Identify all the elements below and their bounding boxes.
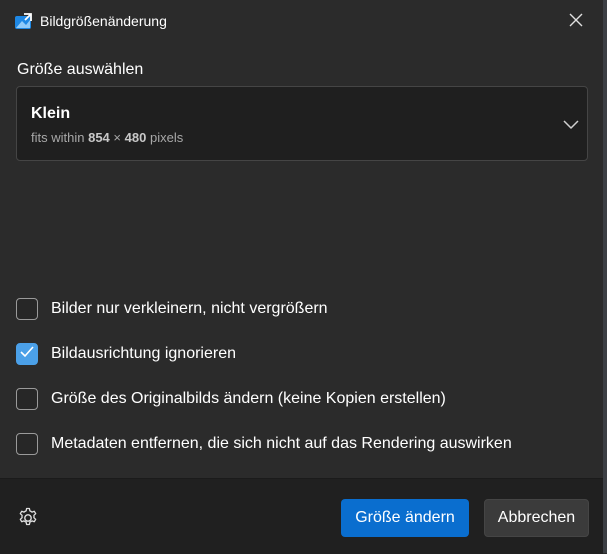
gear-icon[interactable] xyxy=(17,507,39,534)
chevron-down-icon xyxy=(563,117,579,135)
size-section-label: Größe auswählen xyxy=(17,61,144,78)
option-label: Bilder nur verkleinern, nicht vergrößern xyxy=(51,300,328,317)
size-desc-prefix: fits within xyxy=(31,130,85,145)
selected-size-name: Klein xyxy=(31,105,71,122)
option-remove-metadata[interactable]: Metadaten entfernen, die sich nicht auf … xyxy=(16,431,512,457)
checkbox-shrink-only[interactable] xyxy=(16,298,38,320)
close-icon xyxy=(569,13,583,32)
close-button[interactable] xyxy=(556,6,596,38)
option-label: Größe des Originalbilds ändern (keine Ko… xyxy=(51,390,446,407)
dialog-footer: Größe ändern Abbrechen xyxy=(0,478,603,554)
checkbox-ignore-orientation[interactable] xyxy=(16,343,38,365)
checkmark-icon xyxy=(20,345,34,363)
checkbox-replace-originals[interactable] xyxy=(16,388,38,410)
checkbox-remove-metadata[interactable] xyxy=(16,433,38,455)
option-shrink-only[interactable]: Bilder nur verkleinern, nicht vergrößern xyxy=(16,296,328,322)
background-window-edge xyxy=(603,0,607,553)
cancel-button[interactable]: Abbrechen xyxy=(484,499,589,537)
size-height: 480 xyxy=(124,130,147,145)
option-label: Bildausrichtung ignorieren xyxy=(51,345,236,362)
window-title: Bildgrößenänderung xyxy=(40,13,167,29)
selected-size-description: fits within 854 × 480 pixels xyxy=(31,130,183,145)
size-unit: pixels xyxy=(149,130,184,145)
size-width: 854 xyxy=(88,130,110,145)
image-resizer-dialog: Bildgrößenänderung Größe auswählen Klein… xyxy=(0,0,604,554)
image-resizer-icon xyxy=(14,13,32,31)
title-bar: Bildgrößenänderung xyxy=(0,0,603,44)
option-ignore-orientation[interactable]: Bildausrichtung ignorieren xyxy=(16,341,236,367)
resize-button[interactable]: Größe ändern xyxy=(341,499,469,537)
option-label: Metadaten entfernen, die sich nicht auf … xyxy=(51,435,512,452)
option-replace-originals[interactable]: Größe des Originalbilds ändern (keine Ko… xyxy=(16,386,446,412)
size-dropdown[interactable]: Klein fits within 854 × 480 pixels xyxy=(16,86,588,161)
size-times-sign: × xyxy=(113,130,122,145)
